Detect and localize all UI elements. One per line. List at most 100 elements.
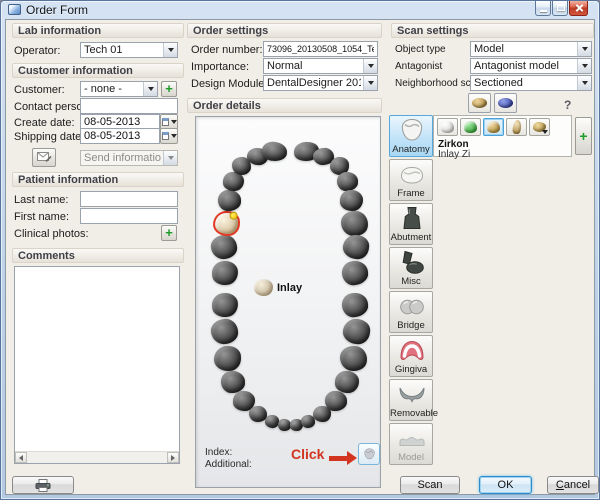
shipping-date-label: Shipping date: [14, 131, 84, 143]
category-abutment-button[interactable]: Abutment [389, 203, 433, 245]
clinical-photos-label: Clinical photos: [14, 228, 89, 240]
tooth-upper-16[interactable] [341, 260, 370, 287]
dropdown-arrow-icon[interactable] [577, 76, 591, 90]
customer-dropdown[interactable]: - none - [80, 81, 158, 97]
maximize-button[interactable] [552, 1, 568, 16]
tooth-lower-16[interactable] [341, 292, 370, 319]
scan-button[interactable]: Scan [400, 476, 460, 494]
shipping-date-picker-button[interactable] [160, 128, 178, 144]
scan-settings-header: Scan settings [391, 23, 594, 38]
scroll-right-button[interactable] [167, 452, 179, 463]
chevron-down-icon [171, 134, 177, 138]
category-gingiva-button[interactable]: Gingiva [389, 335, 433, 377]
tooth-lower-15[interactable] [341, 317, 370, 345]
additional-label: Additional: [205, 459, 252, 470]
dropdown-arrow-icon[interactable] [143, 82, 157, 96]
tooth-upper-2[interactable] [210, 234, 238, 260]
add-clinical-photo-button[interactable]: + [161, 225, 177, 241]
order-settings-header: Order settings [187, 23, 382, 38]
dropdown-arrow-icon[interactable] [363, 76, 377, 90]
material-type: Inlay Zi [438, 149, 470, 160]
category-misc-button[interactable]: Misc [389, 247, 433, 289]
category-label: Anatomy [390, 144, 432, 155]
tooth-selection-marker [229, 211, 237, 219]
scroll-left-icon [19, 455, 23, 461]
category-anatomy-button[interactable]: Anatomy [389, 115, 433, 157]
close-button[interactable] [569, 1, 588, 16]
send-information-icon [37, 152, 52, 163]
upper-jaw-scan-toggle[interactable] [468, 93, 491, 113]
add-restoration-button[interactable]: + [575, 117, 592, 155]
click-hint-label: Click [291, 446, 324, 462]
tooth-lower-3[interactable] [213, 345, 241, 371]
contact-person-input[interactable] [80, 98, 178, 114]
operator-dropdown[interactable]: Tech 01 [80, 42, 178, 58]
category-label: Abutment [390, 232, 432, 243]
dropdown-arrow-icon[interactable] [577, 59, 591, 73]
category-frame-button[interactable]: Frame [389, 159, 433, 201]
dropdown-arrow-icon[interactable] [363, 59, 377, 73]
tooth-upper-1[interactable] [211, 260, 240, 287]
cancel-button[interactable]: Cancel [547, 476, 599, 494]
tooth-upper-12[interactable] [337, 172, 358, 191]
printer-icon [35, 479, 51, 492]
tooth-lower-1[interactable] [211, 292, 240, 319]
order-number-label: Order number: [191, 44, 263, 56]
design-module-dropdown[interactable]: DentalDesigner 2013 [263, 75, 378, 91]
print-button[interactable] [12, 476, 74, 494]
neighborhood-scan-dropdown[interactable]: Sectioned [470, 75, 592, 91]
calendar-icon [162, 118, 169, 126]
comments-textarea[interactable] [15, 267, 179, 451]
minimize-button[interactable] [535, 1, 551, 16]
dropdown-arrow-icon[interactable] [577, 42, 591, 56]
shipping-date-input[interactable] [80, 128, 160, 144]
crown-white-icon[interactable] [437, 118, 458, 136]
minimize-icon [540, 10, 547, 12]
tooth-lower-12[interactable] [325, 391, 347, 411]
category-model-button[interactable]: Model [389, 423, 433, 465]
calendar-icon [162, 132, 169, 140]
first-name-label: First name: [14, 211, 69, 223]
additional-options-button[interactable] [358, 443, 380, 465]
antagonist-dropdown[interactable]: Antagonist model [470, 58, 592, 74]
category-removable-button[interactable]: Removable [389, 379, 433, 421]
importance-dropdown[interactable]: Normal [263, 58, 378, 74]
send-information-dropdown[interactable]: Send information [80, 150, 178, 166]
scroll-left-button[interactable] [15, 452, 27, 463]
category-bridge-button[interactable]: Bridge [389, 291, 433, 333]
lower-jaw-scan-toggle[interactable] [494, 93, 517, 113]
dropdown-arrow-icon[interactable] [163, 43, 177, 57]
tooth-upper-3[interactable] [212, 210, 240, 236]
tooth-lower-13[interactable] [335, 371, 360, 394]
patient-information-header: Patient information [12, 172, 184, 187]
window-title: Order Form [26, 3, 88, 17]
tooth-upper-15[interactable] [342, 234, 370, 261]
tooth-lower-14[interactable] [339, 345, 368, 372]
crown-green-icon[interactable] [460, 118, 481, 136]
tooth-upper-4[interactable] [217, 189, 240, 210]
title-bar[interactable]: Order Form [1, 1, 599, 19]
customer-label: Customer: [14, 84, 65, 96]
tooth-upper-13[interactable] [339, 189, 363, 211]
comments-horizontal-scrollbar[interactable] [15, 451, 179, 463]
first-name-input[interactable] [80, 208, 178, 224]
tooth-lower-2[interactable] [209, 317, 238, 344]
order-number-input[interactable] [263, 41, 378, 57]
importance-label: Importance: [191, 61, 249, 73]
veneer-icon[interactable] [506, 118, 527, 136]
help-button[interactable]: ? [564, 98, 571, 112]
add-customer-button[interactable]: + [161, 81, 177, 97]
object-type-dropdown[interactable]: Model [470, 41, 592, 57]
ok-button[interactable]: OK [479, 476, 532, 494]
tooth-upper-14[interactable] [340, 210, 369, 237]
index-label: Index: [205, 447, 232, 458]
scroll-right-icon [171, 455, 175, 461]
tooth-lower-4[interactable] [221, 371, 245, 393]
customer-information-header: Customer information [12, 63, 184, 78]
dropdown-arrow-icon[interactable] [163, 151, 177, 165]
comments-header: Comments [12, 248, 184, 263]
inlay-menu-icon[interactable] [529, 118, 550, 136]
last-name-input[interactable] [80, 191, 178, 207]
send-information-button[interactable] [32, 148, 56, 167]
crown-gold-icon[interactable] [483, 118, 504, 136]
